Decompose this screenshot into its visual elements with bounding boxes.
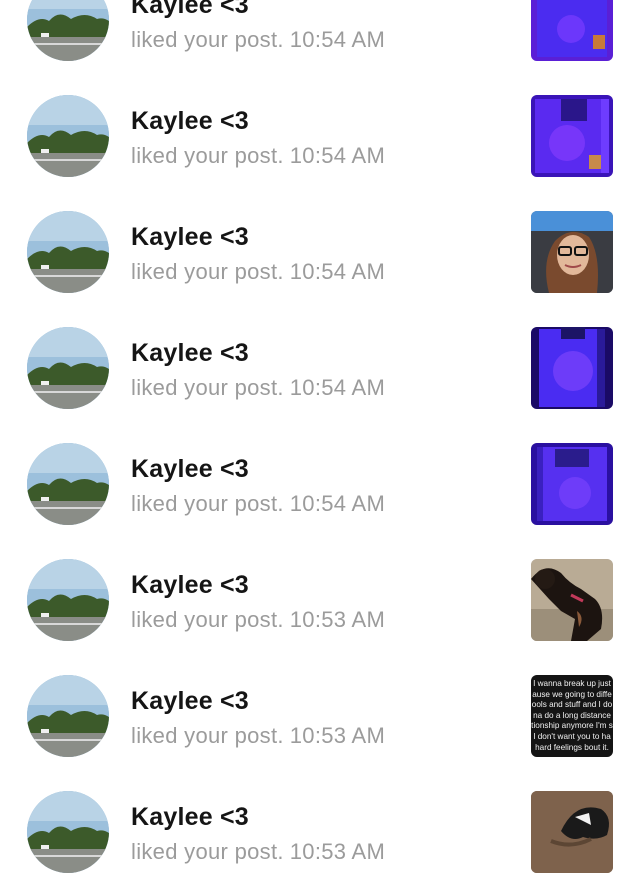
notification-text: liked your post. 10:53 AM xyxy=(131,723,386,748)
notification-row[interactable]: Kaylee <3 liked your post. 10:53 AM xyxy=(0,523,640,641)
notification-text: liked your post. 10:53 AM xyxy=(131,607,386,632)
notification-time: 10:54 AM xyxy=(289,491,386,516)
avatar[interactable] xyxy=(27,95,109,177)
post-thumbnail[interactable] xyxy=(531,95,613,177)
post-thumbnail[interactable] xyxy=(531,327,613,409)
notification-row[interactable]: Kaylee <3 liked your post. 10:53 AM xyxy=(0,755,640,873)
post-thumbnail[interactable] xyxy=(531,559,613,641)
notification-time: 10:53 AM xyxy=(289,839,386,864)
avatar[interactable] xyxy=(27,675,109,757)
notification-row[interactable]: Kaylee <3 liked your post. 10:54 AM xyxy=(0,59,640,177)
notification-text: liked your post. 10:53 AM xyxy=(131,839,386,864)
post-thumbnail[interactable]: I wanna break up just ause we going to d… xyxy=(531,675,613,757)
notification-username: Kaylee <3 xyxy=(131,571,249,599)
notification-time: 10:54 AM xyxy=(289,259,386,284)
post-thumbnail[interactable] xyxy=(531,791,613,873)
avatar[interactable] xyxy=(27,211,109,293)
avatar[interactable] xyxy=(27,0,109,61)
notification-text: liked your post. 10:54 AM xyxy=(131,375,386,400)
notification-row[interactable]: Kaylee <3 liked your post. 10:54 AM xyxy=(0,175,640,293)
notification-time: 10:54 AM xyxy=(289,27,386,52)
notification-row[interactable]: Kaylee <3 liked your post. 10:54 AM xyxy=(0,291,640,409)
notification-time: 10:54 AM xyxy=(289,143,386,168)
notification-text: liked your post. 10:54 AM xyxy=(131,259,386,284)
notification-username: Kaylee <3 xyxy=(131,0,249,19)
post-thumbnail[interactable] xyxy=(531,0,613,61)
post-thumbnail[interactable] xyxy=(531,211,613,293)
avatar[interactable] xyxy=(27,791,109,873)
post-thumbnail[interactable] xyxy=(531,443,613,525)
notification-row[interactable]: Kaylee <3 liked your post. 10:53 AM I wan… xyxy=(0,639,640,757)
avatar[interactable] xyxy=(27,443,109,525)
notification-text: liked your post. 10:54 AM xyxy=(131,27,386,52)
notification-username: Kaylee <3 xyxy=(131,339,249,367)
avatar[interactable] xyxy=(27,327,109,409)
notification-time: 10:54 AM xyxy=(289,375,386,400)
notification-text: liked your post. 10:54 AM xyxy=(131,491,386,516)
notification-username: Kaylee <3 xyxy=(131,107,249,135)
notification-list: Kaylee <3 liked your post. 10:54 AM Kayle… xyxy=(0,0,640,873)
notification-row[interactable]: Kaylee <3 liked your post. 10:54 AM xyxy=(0,0,640,61)
notification-time: 10:53 AM xyxy=(289,723,386,748)
notification-row[interactable]: Kaylee <3 liked your post. 10:54 AM xyxy=(0,407,640,525)
text-post-content: I wanna break up just ause we going to d… xyxy=(531,675,613,757)
notification-username: Kaylee <3 xyxy=(131,803,249,831)
notification-username: Kaylee <3 xyxy=(131,455,249,483)
notification-time: 10:53 AM xyxy=(289,607,386,632)
notification-username: Kaylee <3 xyxy=(131,223,249,251)
avatar[interactable] xyxy=(27,559,109,641)
notification-text: liked your post. 10:54 AM xyxy=(131,143,386,168)
notification-username: Kaylee <3 xyxy=(131,687,249,715)
